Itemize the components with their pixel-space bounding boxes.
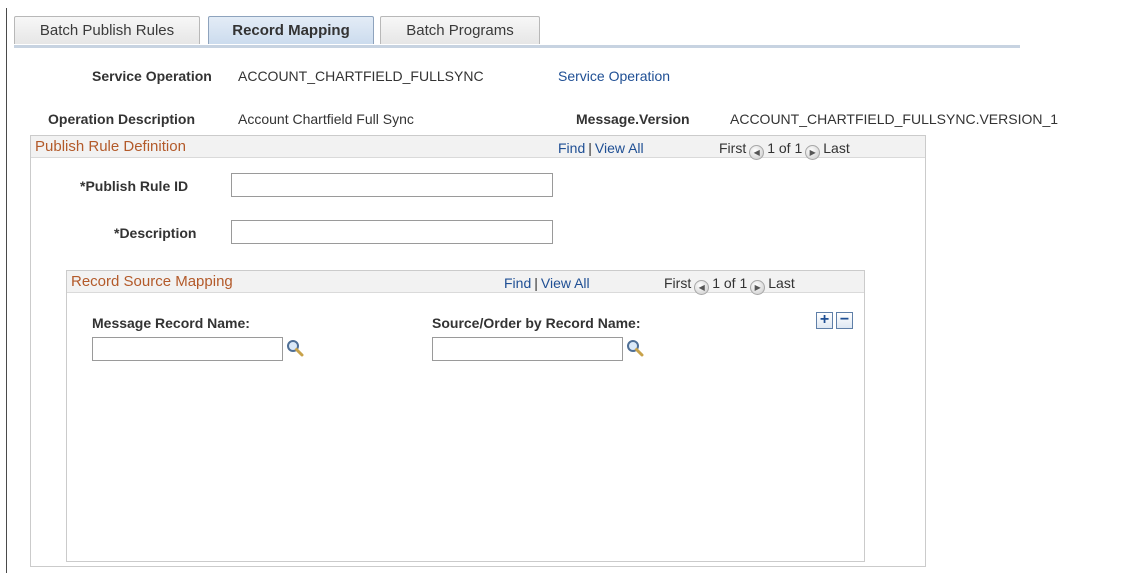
first-label: First (719, 140, 747, 156)
row-count: 1 of 1 (767, 140, 803, 156)
message-version-value: ACCOUNT_CHARTFIELD_FULLSYNC.VERSION_1 (730, 111, 1059, 127)
operation-description-value: Account Chartfield Full Sync (238, 111, 414, 127)
service-operation-label: Service Operation (92, 68, 212, 84)
service-operation-link[interactable]: Service Operation (558, 68, 670, 84)
description-input[interactable] (231, 220, 553, 244)
record-source-mapping-group: Record Source Mapping Find | View All Firs… (66, 270, 865, 562)
record-source-nav: Find | View All (504, 275, 590, 291)
tab-record-mapping[interactable]: Record Mapping (208, 16, 374, 44)
publish-rule-header: Publish Rule Definition Find | View All Fi… (31, 136, 925, 160)
previous-arrow-icon[interactable]: ◀ (749, 145, 765, 160)
record-source-title: Record Source Mapping (71, 273, 233, 290)
tab-bar-underline (14, 45, 1020, 48)
view-all-link[interactable]: View All (541, 275, 590, 291)
description-label: *Description (114, 225, 197, 241)
next-arrow-icon[interactable]: ▶ (805, 145, 821, 160)
delete-row-button[interactable]: − (836, 312, 853, 329)
next-arrow-icon[interactable]: ▶ (750, 280, 766, 295)
magnifier-icon[interactable] (286, 339, 304, 357)
publish-rule-nav: Find | View All (558, 140, 644, 156)
publish-rule-id-input[interactable] (231, 173, 553, 197)
find-link[interactable]: Find (504, 275, 531, 291)
service-operation-value: ACCOUNT_CHARTFIELD_FULLSYNC (238, 68, 484, 84)
source-order-record-name-label: Source/Order by Record Name: (432, 315, 641, 331)
page-left-border (6, 8, 7, 573)
publish-rule-id-label: *Publish Rule ID (80, 178, 189, 194)
last-label: Last (768, 275, 795, 291)
publish-rule-pager: First ◀ 1 of 1 ▶ Last (719, 140, 850, 160)
nav-separator: | (534, 275, 538, 291)
message-record-name-input[interactable] (92, 337, 283, 361)
last-label: Last (823, 140, 850, 156)
previous-arrow-icon[interactable]: ◀ (694, 280, 710, 295)
message-version-label: Message.Version (576, 111, 690, 127)
record-source-header: Record Source Mapping Find | View All Firs… (67, 271, 864, 295)
add-row-button[interactable]: + (816, 312, 833, 329)
row-count: 1 of 1 (712, 275, 748, 291)
source-order-record-name-input[interactable] (432, 337, 623, 361)
first-label: First (664, 275, 692, 291)
view-all-link[interactable]: View All (595, 140, 644, 156)
record-source-pager: First ◀ 1 of 1 ▶ Last (664, 275, 795, 295)
tab-batch-programs[interactable]: Batch Programs (380, 16, 540, 44)
operation-description-label: Operation Description (48, 111, 196, 127)
message-record-name-label: Message Record Name: (92, 315, 250, 331)
find-link[interactable]: Find (558, 140, 585, 156)
publish-rule-title: Publish Rule Definition (35, 138, 186, 155)
nav-separator: | (588, 140, 592, 156)
tab-batch-publish-rules[interactable]: Batch Publish Rules (14, 16, 200, 44)
magnifier-icon[interactable] (626, 339, 644, 357)
